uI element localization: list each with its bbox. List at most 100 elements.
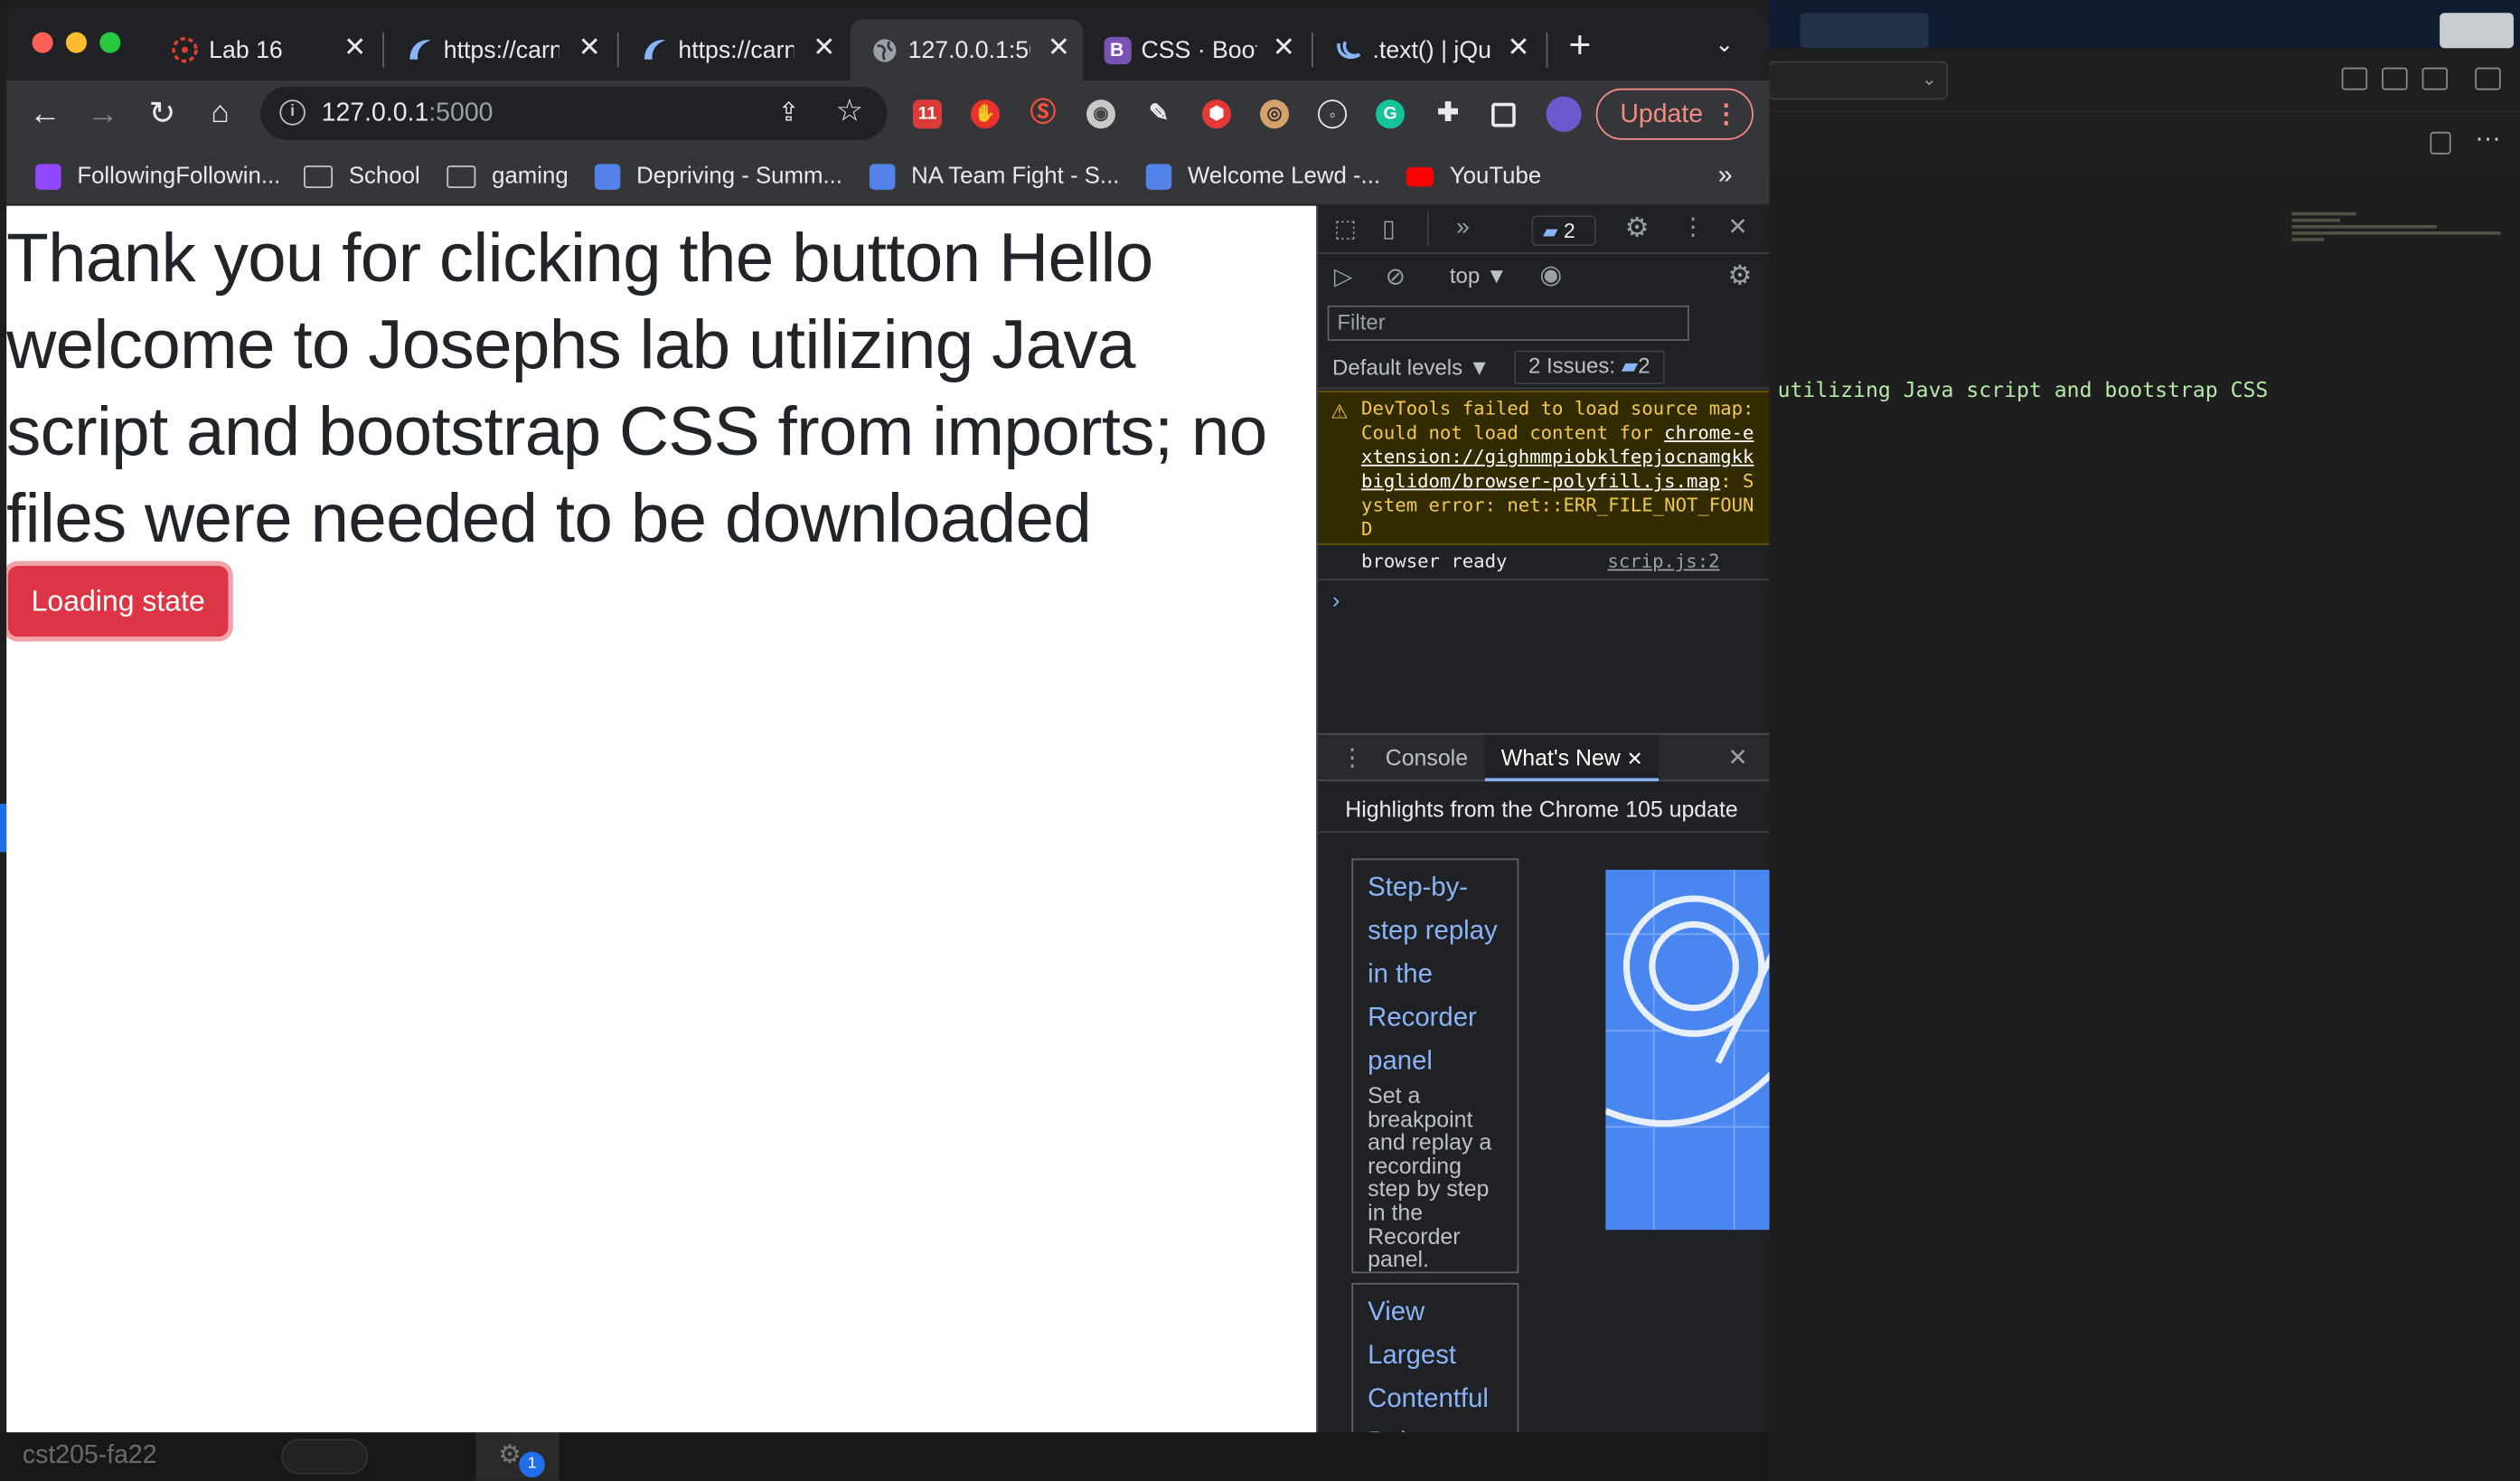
tab-css-bootstrap[interactable]: B CSS · Boots ✕: [1083, 19, 1308, 80]
extension-shield-icon[interactable]: ⬢: [1202, 99, 1232, 129]
close-devtools-icon[interactable]: ✕: [1727, 213, 1747, 242]
customize-menu-icon[interactable]: ⋮: [1681, 213, 1706, 242]
share-icon[interactable]: ⇪: [778, 97, 800, 129]
bookmark-star-icon[interactable]: ☆: [836, 93, 863, 130]
bookmark-folder-school[interactable]: School: [304, 161, 420, 193]
close-tab-icon[interactable]: ✕: [343, 33, 366, 62]
drawer-menu-icon[interactable]: ⋮: [1340, 744, 1365, 773]
feature-card-recorder[interactable]: Step-by-step replay in the Recorder pane…: [1351, 858, 1519, 1274]
layout-panel-icon[interactable]: [2382, 67, 2408, 90]
log-text: browser ready: [1361, 550, 1508, 573]
feature-title[interactable]: Step-by-step replay in the Recorder pane…: [1368, 866, 1502, 1083]
messages-badge[interactable]: ▰ 2: [1531, 215, 1596, 247]
back-icon[interactable]: ←: [25, 95, 64, 134]
canvas-icon: [170, 35, 199, 64]
minimize-window-button[interactable]: [65, 32, 88, 53]
address-bar[interactable]: i 127.0.0.1:5000 ⇪ ☆: [260, 87, 888, 140]
bookmark-youtube[interactable]: YouTube: [1406, 161, 1541, 193]
profile-avatar[interactable]: [1546, 96, 1582, 132]
warning-icon: ⚠: [1331, 400, 1349, 423]
folder-icon: [304, 165, 334, 189]
minimap[interactable]: [2291, 212, 2511, 309]
editor-select-dropdown[interactable]: ⌄: [1767, 61, 1949, 100]
url-host: 127.0.0.1: [321, 99, 429, 127]
bookmark-label: NA Team Fight - S...: [911, 164, 1120, 190]
close-drawer-icon[interactable]: ✕: [1727, 744, 1747, 773]
maximize-window-button[interactable]: [99, 32, 121, 53]
layout-secondary-sidebar-icon[interactable]: [2421, 67, 2449, 90]
side-panel-icon[interactable]: [1491, 102, 1516, 127]
tab-separator: [382, 32, 384, 68]
device-toolbar-icon[interactable]: ▯: [1382, 215, 1396, 244]
tab-title: https://carn: [443, 36, 559, 65]
loading-state-button[interactable]: Loading state: [7, 565, 229, 637]
more-actions-icon[interactable]: ···: [2475, 126, 2500, 155]
feature-title[interactable]: View Largest Contentful Paint (LCP): [1368, 1291, 1502, 1432]
extension-badger-icon[interactable]: ◉: [1086, 99, 1116, 129]
extension-calendar-icon[interactable]: 11: [912, 99, 942, 129]
menu-kebab-icon[interactable]: ⋮: [1713, 98, 1738, 130]
layout-sidebar-icon[interactable]: [2341, 67, 2368, 90]
bookmark-label: Welcome Lewd -...: [1188, 164, 1381, 190]
extension-grammarly-icon[interactable]: G: [1376, 99, 1406, 129]
log-levels-dropdown[interactable]: Default levels ▼: [1332, 355, 1490, 380]
background-toggle[interactable]: [281, 1439, 369, 1475]
bookmark-depriving[interactable]: Depriving - Summ...: [594, 161, 842, 193]
reload-icon[interactable]: ↻: [143, 95, 182, 134]
more-bookmarks-icon[interactable]: »: [1718, 163, 1733, 192]
divider: [1318, 831, 1770, 834]
close-tab-icon[interactable]: ✕: [1273, 33, 1295, 62]
code-editor[interactable]: utilizing Java script and bootstrap CSS: [1767, 174, 2520, 1481]
close-tab-icon[interactable]: ✕: [578, 33, 601, 62]
tab-jquery-text[interactable]: .text() | jQu ✕: [1314, 19, 1542, 80]
site-info-icon[interactable]: i: [279, 99, 306, 126]
bookmark-following[interactable]: FollowingFollowin...: [35, 161, 280, 193]
close-tab-icon[interactable]: ✕: [1507, 33, 1529, 62]
inspect-element-icon[interactable]: ⬚: [1334, 215, 1357, 244]
update-button[interactable]: Update ⋮: [1595, 88, 1754, 140]
context-selector[interactable]: top ▼: [1450, 264, 1508, 288]
extension-owl-icon[interactable]: ◎: [1260, 99, 1290, 129]
tab-console[interactable]: Console: [1386, 735, 1468, 782]
extension-target-icon[interactable]: ◦: [1318, 99, 1348, 129]
tab-lab-16[interactable]: Lab 16 ✕: [151, 19, 379, 80]
tab-carn-2[interactable]: https://carn ✕: [620, 19, 848, 80]
bookmark-folder-gaming[interactable]: gaming: [447, 161, 569, 193]
console-filter-input[interactable]: Filter: [1327, 305, 1689, 341]
home-icon[interactable]: ⌂: [201, 95, 240, 134]
console-prompt-chevron-icon[interactable]: ›: [1332, 587, 1340, 612]
extensions-puzzle-icon[interactable]: ✚: [1434, 99, 1462, 128]
split-editor-icon[interactable]: [2430, 131, 2451, 155]
bookmark-welcome[interactable]: Welcome Lewd -...: [1145, 161, 1381, 193]
jquery-icon: [1334, 35, 1363, 64]
background-tab[interactable]: ⚙ 1: [475, 1432, 559, 1481]
extension-adblock-icon[interactable]: ✋: [970, 99, 1000, 129]
tab-search-chevron-icon[interactable]: ⌄: [1715, 31, 1734, 58]
close-tab-icon[interactable]: ✕: [1627, 748, 1643, 770]
bookmark-na-team-fight[interactable]: NA Team Fight - S...: [869, 161, 1120, 193]
new-tab-icon[interactable]: +: [1568, 26, 1591, 66]
opgg-icon: [1145, 164, 1172, 190]
close-tab-icon[interactable]: ✕: [1048, 33, 1070, 62]
clear-console-icon[interactable]: ⊘: [1386, 264, 1406, 293]
console-levels-row: Default levels ▼ 2 Issues: ▰2: [1318, 347, 1770, 390]
more-tabs-icon[interactable]: »: [1456, 213, 1470, 242]
issues-button[interactable]: 2 Issues: ▰2: [1513, 350, 1665, 384]
console-settings-gear-icon[interactable]: ⚙: [1727, 261, 1752, 291]
tab-localhost[interactable]: 127.0.0.1:50 ✕: [850, 19, 1084, 80]
live-expression-eye-icon[interactable]: ◉: [1539, 262, 1562, 291]
background-window-thumbnail: [2440, 13, 2514, 49]
feature-card-lcp[interactable]: View Largest Contentful Paint (LCP): [1351, 1282, 1519, 1433]
close-tab-icon[interactable]: ✕: [813, 33, 835, 62]
extension-broom-icon[interactable]: ✎: [1144, 99, 1173, 128]
extension-s-icon[interactable]: Ⓢ: [1029, 99, 1058, 128]
tab-whats-new[interactable]: What's New ✕: [1484, 734, 1660, 782]
settings-gear-icon[interactable]: ⚙: [1625, 213, 1650, 242]
forward-icon[interactable]: →: [83, 95, 122, 134]
tab-carn-1[interactable]: https://carn ✕: [386, 19, 614, 80]
log-source-link[interactable]: scrip.js:2: [1607, 550, 1719, 572]
customize-layout-icon[interactable]: [2475, 67, 2501, 90]
close-window-button[interactable]: [32, 32, 53, 53]
tab-whats-new-label: What's New: [1500, 744, 1621, 770]
show-sidebar-icon[interactable]: ▷: [1334, 264, 1353, 293]
